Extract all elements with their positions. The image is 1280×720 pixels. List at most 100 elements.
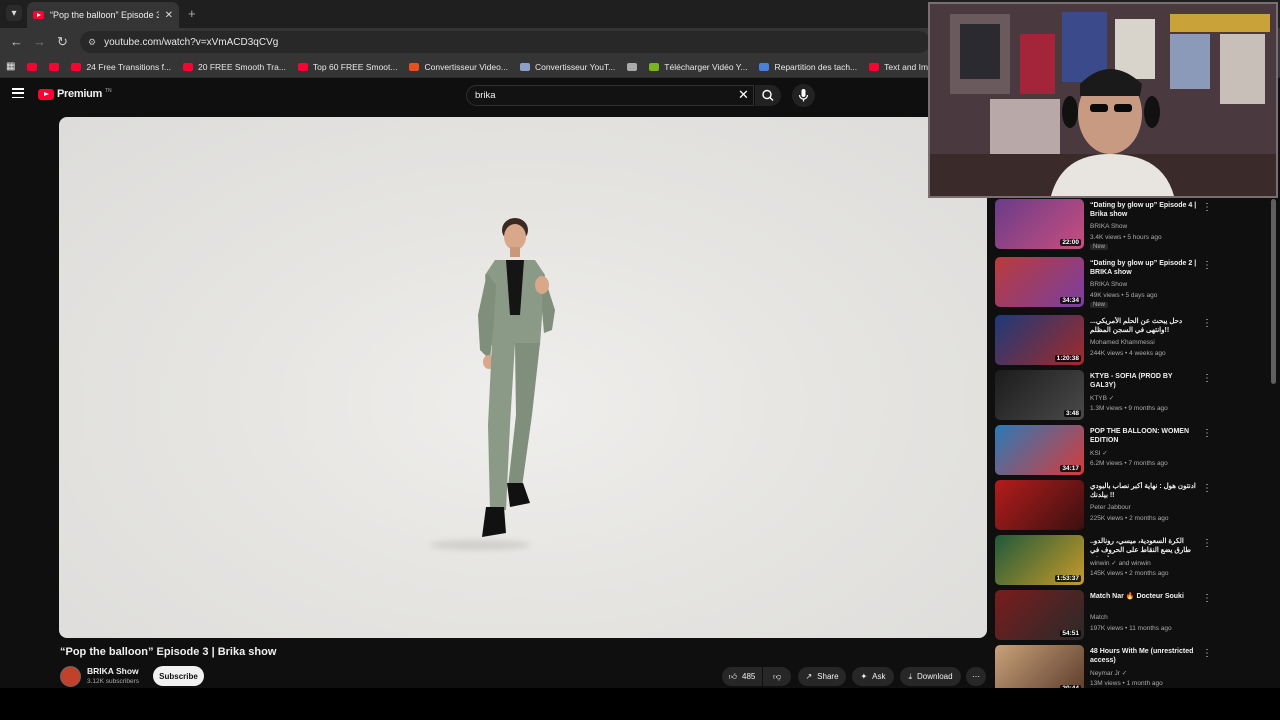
recommended-channel-name[interactable]: BRIKA Show	[1090, 281, 1127, 288]
tab-search-button[interactable]: ▾	[6, 5, 22, 21]
video-title: “Pop the balloon” Episode 3 | Brika show	[60, 646, 277, 658]
recommended-video-title[interactable]: Match Nar 🔥 Docteur Souki	[1090, 592, 1200, 601]
recommended-channel-name[interactable]: Match	[1090, 614, 1108, 621]
recommended-channel-name[interactable]: KSI ✓	[1090, 449, 1108, 457]
video-thumbnail[interactable]: 22:00	[995, 199, 1084, 249]
ask-button[interactable]: ✦ Ask	[852, 667, 894, 686]
video-duration: 54:51	[1060, 630, 1081, 637]
more-horizontal-icon: ⋯	[972, 672, 980, 681]
recommended-video-meta: 6.2M views • 7 months ago	[1090, 460, 1168, 467]
download-button[interactable]: ⤓ Download	[900, 667, 961, 686]
recommended-video[interactable]: 3:48 KTYB - SOFIA (PROD BY GAL3Y) KTYB ✓ 1.…	[995, 370, 1215, 422]
sidebar-scrollbar[interactable]	[1271, 199, 1276, 384]
video-thumbnail[interactable]	[995, 480, 1084, 530]
recommended-channel-name[interactable]: Peter Jabbour	[1090, 504, 1131, 511]
recommended-video-meta: 1.3M views • 9 months ago	[1090, 405, 1168, 412]
recommended-video-title[interactable]: ادنتون هول : نهاية أكبر نصاب بالبودي بيل…	[1090, 482, 1200, 500]
bookmark-item[interactable]: Repartition des tach...	[759, 62, 857, 72]
bookmark-item[interactable]: Télécharger Vidéo Y...	[649, 62, 747, 72]
new-tab-plus-icon[interactable]: +	[188, 6, 196, 21]
more-vertical-icon[interactable]: ⋮	[1202, 594, 1212, 604]
more-vertical-icon[interactable]: ⋮	[1202, 429, 1212, 439]
recommended-video-title[interactable]: “Dating by glow up” Episode 4 | Brika sh…	[1090, 201, 1200, 219]
recommended-video[interactable]: 1:53:37 الكرة السعودية، ميسي، رونالدو.. ط…	[995, 535, 1215, 587]
active-browser-tab[interactable]: “Pop the balloon” Episode 3 | Bri ✕	[27, 2, 179, 28]
more-vertical-icon[interactable]: ⋮	[1202, 539, 1212, 549]
apps-grid-icon[interactable]: ▦	[6, 61, 15, 72]
share-button[interactable]: ↗ Share	[798, 667, 846, 686]
video-thumbnail[interactable]: 54:51	[995, 590, 1084, 640]
youtube-premium-logo[interactable]: Premium TN	[38, 88, 112, 100]
recommended-channel-name[interactable]: KTYB ✓	[1090, 394, 1114, 402]
bookmark-label: Convertisseur YouT...	[534, 61, 616, 72]
hamburger-menu-icon[interactable]	[12, 88, 24, 98]
video-thumbnail[interactable]: 3:48	[995, 370, 1084, 420]
recommended-channel-name[interactable]: Mohamed Khammessi	[1090, 339, 1155, 346]
like-button[interactable]: 👍︎ 485	[722, 667, 762, 686]
more-vertical-icon[interactable]: ⋮	[1202, 319, 1212, 329]
microphone-icon	[798, 89, 809, 102]
video-thumbnail[interactable]: 34:17	[995, 425, 1084, 475]
bookmark-item[interactable]: 24 Free Transitions f...	[71, 62, 171, 72]
recommended-video-meta: 244K views • 4 weeks ago	[1090, 350, 1166, 357]
bookmark-favicon-icon	[27, 62, 38, 71]
bookmark-item[interactable]: Convertisseur YouT...	[519, 61, 616, 72]
dislike-button[interactable]: 👎︎	[763, 667, 791, 686]
site-info-icon[interactable]: ⚙	[88, 37, 96, 48]
recommended-video-title[interactable]: KTYB - SOFIA (PROD BY GAL3Y)	[1090, 372, 1200, 390]
more-actions-button[interactable]: ⋯	[966, 667, 986, 686]
more-vertical-icon[interactable]: ⋮	[1202, 649, 1212, 659]
search-input[interactable]: brika	[466, 85, 754, 106]
recommended-video[interactable]: ادنتون هول : نهاية أكبر نصاب بالبودي بيل…	[995, 480, 1215, 532]
bookmark-item[interactable]: 20 FREE Smooth Tra...	[183, 62, 286, 72]
webcam-overlay	[928, 2, 1278, 198]
recommended-video-title[interactable]: الكرة السعودية، ميسي، رونالدو.. طارق يضع…	[1090, 537, 1200, 557]
recommended-video[interactable]: 22:00 “Dating by glow up” Episode 4 | Bri…	[995, 199, 1215, 251]
recommended-video[interactable]: 1:20:38 دحل يبحث عن الحلم الأمريكي... وان…	[995, 315, 1215, 367]
subscribe-button[interactable]: Subscribe	[153, 666, 204, 686]
recommended-channel-name[interactable]: Neymar Jr ✓	[1090, 669, 1127, 677]
thumbs-up-icon: 👍︎	[728, 671, 737, 681]
bookmark-item[interactable]: Top 60 FREE Smoot...	[297, 62, 397, 72]
bookmark-label: Télécharger Vidéo Y...	[664, 61, 748, 72]
recommended-video[interactable]: 34:34 “Dating by glow up” Episode 2 | BRI…	[995, 257, 1215, 309]
channel-name[interactable]: BRIKA Show	[87, 666, 139, 676]
youtube-play-icon	[38, 88, 54, 100]
more-vertical-icon[interactable]: ⋮	[1202, 484, 1212, 494]
more-vertical-icon[interactable]: ⋮	[1202, 261, 1212, 271]
recommended-video-meta: 197K views • 11 months ago	[1090, 625, 1172, 632]
bookmark-item[interactable]: Convertisseur Video...	[409, 62, 508, 72]
forward-arrow-icon[interactable]: →	[33, 34, 46, 49]
bookmark-label: 24 Free Transitions f...	[86, 61, 172, 72]
back-arrow-icon[interactable]: ←	[10, 34, 23, 49]
download-label: Download	[916, 672, 953, 681]
more-vertical-icon[interactable]: ⋮	[1202, 203, 1212, 213]
recommended-video[interactable]: 34:17 POP THE BALLOON: WOMEN EDITION KSI ✓…	[995, 425, 1215, 477]
bookmark-favicon-icon	[297, 62, 308, 71]
recommended-video[interactable]: 54:51 Match Nar 🔥 Docteur Souki Match 197K …	[995, 590, 1215, 642]
bookmark-item[interactable]	[27, 62, 38, 71]
recommended-channel-name[interactable]: winwin ✓ and winwin	[1090, 559, 1151, 567]
clear-search-icon[interactable]: ✕	[738, 88, 749, 101]
reload-icon[interactable]: ↻	[57, 34, 68, 50]
recommended-video-meta: 13M views • 1 month ago	[1090, 680, 1163, 687]
tab-close-icon[interactable]: ✕	[165, 10, 173, 21]
video-duration: 22:00	[1060, 239, 1081, 246]
recommended-video-title[interactable]: 48 Hours With Me (unrestricted access)	[1090, 647, 1200, 665]
video-thumbnail[interactable]: 34:34	[995, 257, 1084, 307]
bookmark-favicon-icon	[49, 62, 60, 71]
recommended-channel-name[interactable]: BRIKA Show	[1090, 223, 1127, 230]
channel-subscriber-count: 3.12K subscribers	[87, 678, 140, 685]
search-button[interactable]	[755, 85, 781, 106]
bookmark-item[interactable]	[49, 62, 60, 71]
channel-avatar[interactable]	[60, 666, 81, 687]
url-bar[interactable]: ⚙ youtube.com/watch?v=xVmACD3qCVg	[80, 31, 930, 53]
recommended-video-title[interactable]: POP THE BALLOON: WOMEN EDITION	[1090, 427, 1200, 445]
more-vertical-icon[interactable]: ⋮	[1202, 374, 1212, 384]
video-thumbnail[interactable]: 1:53:37	[995, 535, 1084, 585]
bookmark-item[interactable]	[627, 62, 638, 71]
recommended-video-title[interactable]: “Dating by glow up” Episode 2 | BRIKA sh…	[1090, 259, 1200, 277]
voice-search-button[interactable]	[792, 84, 815, 107]
video-thumbnail[interactable]: 1:20:38	[995, 315, 1084, 365]
recommended-video-title[interactable]: دحل يبحث عن الحلم الأمريكي... وانتهى في …	[1090, 317, 1200, 335]
